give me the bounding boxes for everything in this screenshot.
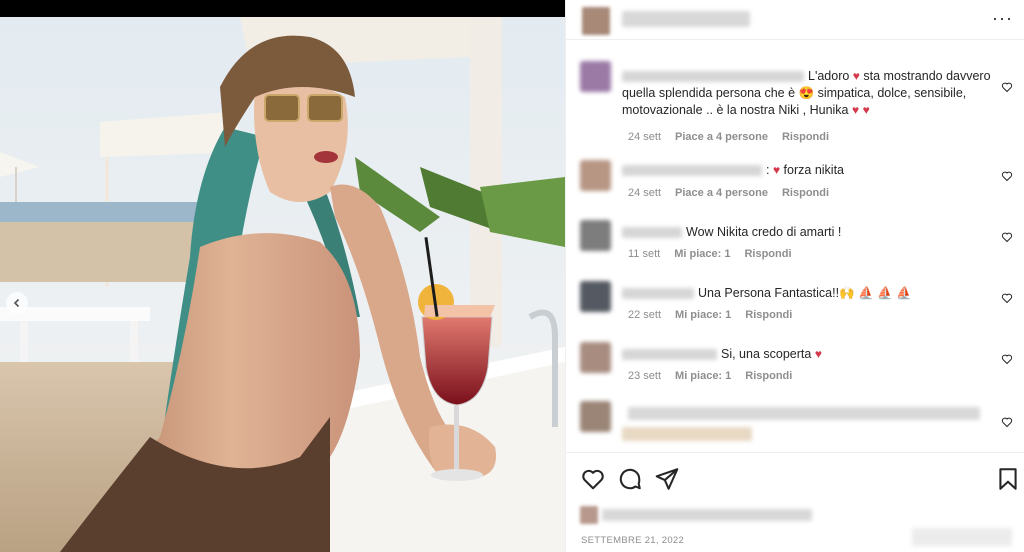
post-actions (566, 462, 1024, 496)
comment-text: : ♥ forza nikita (622, 162, 992, 179)
author-username[interactable] (622, 11, 750, 27)
comment-like-heart-icon[interactable] (1001, 353, 1013, 365)
comment-meta: 24 sett Piace a 4 persone Rispondi (628, 131, 843, 143)
commenter-avatar[interactable] (580, 281, 611, 312)
comment-like-heart-icon[interactable] (1001, 170, 1013, 182)
comment-text: L'adoro ♥ sta mostrando davvero quella s… (622, 69, 991, 117)
photo-scene (0, 17, 565, 552)
comment-like-heart-icon[interactable] (1001, 292, 1013, 304)
comment-meta: 22 sett Mi piace: 1 Rispondi (628, 309, 806, 321)
comment-like-heart-icon[interactable] (1001, 231, 1013, 243)
chevron-left-icon (13, 298, 20, 308)
post-header: ··· (566, 0, 1024, 40)
reply-button[interactable]: Rispondi (745, 370, 792, 382)
comment-text-blurred (628, 407, 980, 420)
comment-age: 24 sett (628, 187, 662, 199)
heart-emoji-icon: ♥ (862, 103, 870, 117)
heart-emoji-icon: ♥ (851, 103, 860, 117)
comment-meta: 11 sett Mi piace: 1 Rispondi (628, 248, 806, 260)
reply-button[interactable]: Rispondi (744, 248, 791, 260)
author-avatar[interactable] (582, 7, 610, 35)
commenter-avatar[interactable] (580, 61, 611, 92)
commenter-username[interactable] (622, 165, 762, 177)
post-date: SETTEMBRE 21, 2022 (581, 535, 685, 546)
comment-text: Si, una scoperta ♥ (622, 346, 992, 363)
post-sidebar: ··· L'adoro ♥ sta mostrando davvero quel… (565, 0, 1024, 552)
heart-emoji-icon: ♥ (772, 163, 781, 177)
comment-likes[interactable]: Mi piace: 1 (674, 248, 730, 260)
reply-button[interactable]: Rispondi (782, 131, 829, 143)
post-photo (0, 0, 565, 552)
previous-image-button[interactable] (6, 292, 28, 314)
commenter-avatar[interactable] (580, 220, 611, 251)
comment-likes[interactable]: Piace a 4 persone (675, 131, 768, 143)
actions-divider (566, 452, 1024, 453)
heart-emoji-icon: ♥ (852, 69, 860, 83)
comment-like-heart-icon[interactable] (1001, 416, 1013, 428)
comment-text-blurred (622, 427, 752, 441)
commenter-username[interactable] (622, 349, 717, 361)
heart-eyes-emoji-icon: 😍 (798, 86, 815, 100)
heart-emoji-icon: ♥ (814, 347, 822, 361)
comment-icon[interactable] (617, 466, 643, 492)
comment-age: 24 sett (628, 131, 662, 143)
commenter-avatar[interactable] (580, 160, 611, 191)
comment-like-heart-icon[interactable] (1001, 81, 1013, 93)
reply-button[interactable]: Rispondi (782, 187, 829, 199)
comment-likes[interactable]: Mi piace: 1 (675, 370, 731, 382)
add-comment-blurred[interactable] (912, 528, 1012, 546)
commenter-avatar[interactable] (580, 342, 611, 373)
comment-age: 22 sett (628, 309, 662, 321)
heart-icon[interactable] (580, 466, 606, 492)
commenter-username[interactable] (622, 288, 694, 300)
comment-age: 23 sett (628, 370, 662, 382)
comment-meta: 24 sett Piace a 4 persone Rispondi (628, 187, 843, 199)
comment-meta: 23 sett Mi piace: 1 Rispondi (628, 370, 806, 382)
more-options-button[interactable]: ··· (992, 8, 1013, 29)
comment-text: Una Persona Fantastica!!🙌 ⛵ ⛵ ⛵ (622, 285, 992, 302)
commenter-username[interactable] (622, 71, 804, 83)
comment-likes[interactable]: Piace a 4 persone (675, 187, 768, 199)
share-icon[interactable] (654, 466, 680, 492)
reply-button[interactable]: Rispondi (745, 309, 792, 321)
comment-age: 11 sett (628, 248, 661, 260)
photo-top-bar (0, 0, 565, 17)
comment-text: Wow Nikita credo di amarti ! (622, 224, 992, 241)
commenter-avatar[interactable] (580, 401, 611, 432)
bookmark-icon[interactable] (995, 466, 1021, 492)
commenter-username[interactable] (622, 227, 682, 239)
comment-likes[interactable]: Mi piace: 1 (675, 309, 731, 321)
